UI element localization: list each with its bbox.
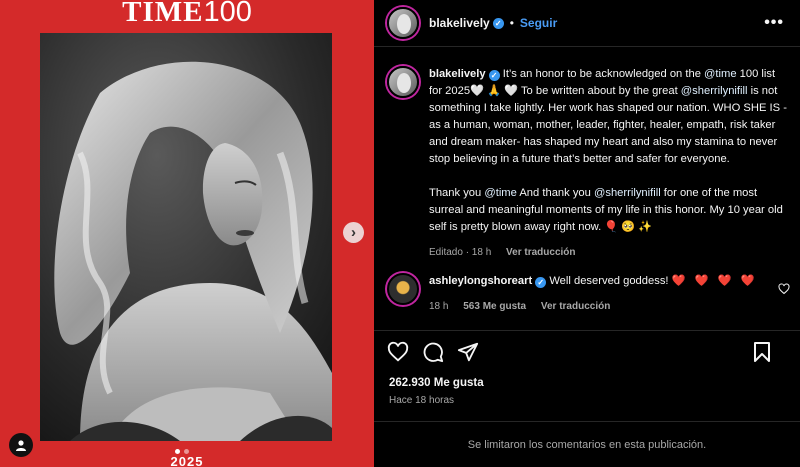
comment-time: 18 h (429, 301, 449, 312)
comment-button[interactable] (422, 341, 444, 363)
next-slide-button[interactable]: › (343, 222, 364, 243)
post-caption: blakelively ✓ It’s an honor to be acknowl… (387, 66, 787, 261)
masthead-time: TIME (122, 0, 204, 24)
comment-like-button[interactable] (778, 283, 790, 298)
save-button[interactable] (751, 341, 773, 363)
caption-meta: Editado · 18 h Ver traducción (429, 244, 787, 261)
separator-dot: • (509, 16, 514, 30)
comments-limited-notice: Se limitaron los comentarios en esta pub… (374, 421, 800, 467)
verified-badge-icon: ✓ (492, 17, 504, 29)
share-icon (457, 342, 479, 362)
user-icon (16, 440, 26, 451)
comment-translate-link[interactable]: Ver traducción (541, 301, 610, 312)
comment-text: Well deserved goddess! (546, 275, 672, 287)
comment-item: ashleylongshoreart ✓ Well deserved goddes… (387, 273, 792, 315)
likes-count[interactable]: 262.930 Me gusta (374, 377, 800, 389)
caption-text: is not something I take lightly. Her wor… (429, 85, 787, 165)
comment-body: ashleylongshoreart ✓ Well deserved goddes… (429, 273, 769, 315)
portrait-photo (40, 33, 332, 441)
like-button[interactable] (387, 341, 409, 363)
post-actions-section: 262.930 Me gusta Hace 18 horas (374, 330, 800, 406)
chevron-right-icon: › (351, 224, 356, 241)
post-timestamp: Hace 18 horas (389, 395, 455, 406)
verified-badge-icon: ✓ (488, 70, 500, 81)
caption-text: And thank you (516, 187, 594, 199)
comment-meta: 18 h 563 Me gusta Ver traducción (429, 298, 769, 315)
caption-body: blakelively ✓ It’s an honor to be acknowl… (429, 66, 787, 261)
mention-link[interactable]: @sherrilynifill (594, 187, 661, 199)
comment-hearts: ❤️ ❤️ ❤️ ❤️ (671, 275, 758, 287)
follow-button[interactable]: Seguir (520, 16, 557, 30)
comment-icon (423, 342, 444, 363)
edited-timestamp: Editado · 18 h (429, 247, 492, 258)
comment-username[interactable]: ashleylongshoreart (429, 275, 532, 287)
more-options-icon[interactable]: ••• (764, 14, 784, 32)
masthead-number: 100 (203, 0, 252, 24)
year-label: 2025 (170, 454, 204, 467)
heart-icon (387, 341, 409, 362)
header-username[interactable]: blakelively (429, 16, 490, 30)
heart-icon (778, 283, 790, 295)
share-button[interactable] (457, 341, 479, 363)
translate-link[interactable]: Ver traducción (506, 247, 575, 258)
bookmark-icon (754, 342, 770, 362)
caption-paragraph-2: Thank you @time And thank you @sherrilyn… (429, 185, 787, 236)
mention-link[interactable]: @time (484, 187, 517, 199)
post-header: blakelively ✓ • Seguir ••• (374, 0, 800, 47)
caption-username[interactable]: blakelively (429, 68, 486, 80)
post-media[interactable]: TIME100 › 2025 (0, 0, 374, 467)
comment-avatar[interactable] (387, 273, 419, 305)
time-masthead: TIME100 (0, 0, 374, 24)
action-bar (374, 331, 800, 373)
caption-text: Thank you (429, 187, 485, 199)
caption-text: It’s an honor to be acknowledged on the (499, 68, 705, 80)
mention-link[interactable]: @time (704, 68, 737, 80)
post-details-panel: blakelively ✓ • Seguir ••• blakelively ✓ … (374, 0, 800, 467)
avatar[interactable] (387, 7, 419, 39)
caption-avatar[interactable] (387, 66, 419, 98)
verified-badge-icon: ✓ (535, 277, 547, 288)
mention-link[interactable]: @sherrilynifill (681, 85, 748, 97)
caption-paragraph-1: blakelively ✓ It’s an honor to be acknowl… (429, 66, 787, 168)
tagged-users-button[interactable] (9, 433, 33, 457)
comment-likes-link[interactable]: 563 Me gusta (463, 301, 526, 312)
